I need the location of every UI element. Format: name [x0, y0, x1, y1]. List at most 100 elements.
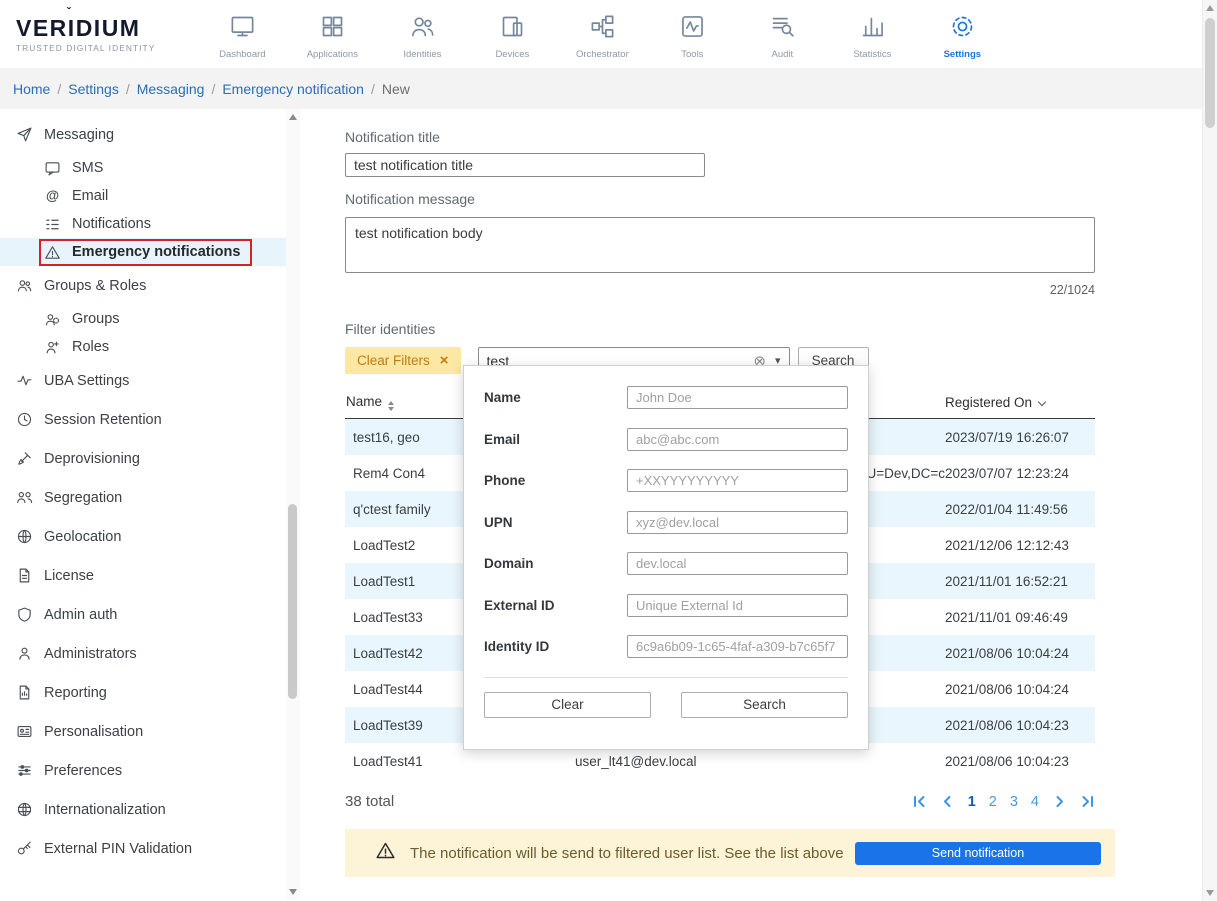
- sidebar-scrollbar-thumb[interactable]: [288, 504, 297, 699]
- document-icon: [16, 567, 33, 584]
- person-icon: [16, 645, 33, 662]
- notification-title-label: Notification title: [345, 129, 440, 145]
- filter-external-id-label: External ID: [484, 597, 555, 613]
- pagination-next-icon[interactable]: [1052, 795, 1067, 808]
- filter-domain-input[interactable]: [627, 552, 848, 575]
- filter-domain-label: Domain: [484, 556, 534, 571]
- nav-item-devices[interactable]: Devices: [467, 9, 557, 60]
- sidebar-scrollbar[interactable]: [286, 109, 300, 900]
- send-notification-button[interactable]: Send notification: [855, 841, 1101, 865]
- breadcrumb-separator: /: [57, 80, 62, 97]
- filter-external-id-input[interactable]: [627, 593, 848, 617]
- sidebar-item-label: Emergency notifications: [72, 244, 241, 260]
- scroll-down-arrow[interactable]: [289, 889, 297, 895]
- pagination-last-icon[interactable]: [1080, 795, 1095, 808]
- identities-icon: [409, 13, 436, 45]
- sidebar-item-label: Internationalization: [44, 801, 166, 818]
- nav-item-dashboard[interactable]: Dashboard: [197, 9, 287, 60]
- nav-label: Orchestrator: [575, 48, 629, 60]
- sidebar-item-license[interactable]: License: [0, 556, 286, 595]
- popup-clear-button[interactable]: Clear: [484, 691, 651, 718]
- logo-text: VERIDIUM: [16, 15, 155, 42]
- statistics-icon: [859, 13, 886, 45]
- filter-upn-label: UPN: [484, 514, 513, 530]
- broom-icon: [16, 450, 33, 467]
- settings-gear-icon: [949, 13, 976, 45]
- notification-message-textarea[interactable]: test notification body: [345, 217, 1095, 273]
- pagination-prev-icon[interactable]: [940, 795, 955, 808]
- clear-filters-chip[interactable]: Clear Filters ×: [345, 347, 461, 374]
- filter-identity-id-input[interactable]: [627, 635, 848, 658]
- dashboard-icon: [229, 13, 256, 45]
- warning-banner-text: The notification will be send to filtere…: [410, 844, 844, 862]
- nav-item-identities[interactable]: Identities: [377, 9, 467, 60]
- pagination: 1 2 3 4: [912, 794, 1095, 810]
- sidebar-item-notifications[interactable]: Notifications: [0, 210, 286, 238]
- breadcrumb-settings[interactable]: Settings: [68, 81, 119, 97]
- sidebar-item-label: Groups: [72, 311, 120, 327]
- sidebar-item-personalisation[interactable]: Personalisation: [0, 712, 286, 751]
- pagination-page-1[interactable]: 1: [968, 794, 976, 810]
- breadcrumb-messaging[interactable]: Messaging: [137, 81, 205, 97]
- top-bar: VERIDIUM TRUSTED DIGITAL IDENTITY Dashbo…: [0, 0, 1217, 68]
- nav-item-orchestrator[interactable]: Orchestrator: [557, 9, 647, 60]
- filter-phone-input[interactable]: [627, 469, 848, 492]
- sidebar-item-messaging[interactable]: Messaging: [0, 115, 286, 154]
- sidebar-item-admin-auth[interactable]: Admin auth: [0, 595, 286, 634]
- nav-item-tools[interactable]: Tools: [647, 9, 737, 60]
- svg-text:@: @: [46, 188, 59, 203]
- sidebar-item-uba-settings[interactable]: UBA Settings: [0, 361, 286, 400]
- scroll-up-arrow[interactable]: [289, 114, 297, 120]
- red-annotation-box: Emergency notifications: [39, 238, 253, 266]
- sidebar-item-preferences[interactable]: Preferences: [0, 751, 286, 790]
- sidebar-item-reporting[interactable]: Reporting: [0, 673, 286, 712]
- sidebar-item-label: External PIN Validation: [44, 840, 193, 857]
- popup-search-button[interactable]: Search: [681, 691, 848, 718]
- nav-label: Dashboard: [219, 48, 266, 60]
- scroll-down-arrow[interactable]: [1206, 890, 1214, 896]
- sidebar-item-groups[interactable]: Groups: [0, 305, 286, 333]
- filter-identities-label: Filter identities: [345, 321, 436, 337]
- page-scrollbar[interactable]: [1202, 0, 1217, 901]
- sidebar-item-deprovisioning[interactable]: Deprovisioning: [0, 439, 286, 478]
- nav-item-audit[interactable]: Audit: [737, 9, 827, 60]
- sidebar-item-geolocation[interactable]: Geolocation: [0, 517, 286, 556]
- breadcrumb-separator: /: [370, 80, 375, 97]
- sidebar-item-label: Groups & Roles: [44, 277, 147, 294]
- nav-item-settings[interactable]: Settings: [917, 9, 1007, 60]
- sidebar-item-emergency-notifications[interactable]: Emergency notifications: [0, 238, 286, 266]
- sidebar-item-segregation[interactable]: Segregation: [0, 478, 286, 517]
- page-scrollbar-thumb[interactable]: [1205, 18, 1215, 128]
- nav-item-statistics[interactable]: Statistics: [827, 9, 917, 60]
- filter-email-input[interactable]: [627, 427, 848, 451]
- sidebar-item-roles[interactable]: Roles: [0, 333, 286, 361]
- sidebar-item-email[interactable]: @ Email: [0, 182, 286, 210]
- pagination-page-2[interactable]: 2: [989, 794, 997, 810]
- sidebar-item-internationalization[interactable]: Internationalization: [0, 790, 286, 829]
- nav-item-applications[interactable]: Applications: [287, 9, 377, 60]
- pagination-page-3[interactable]: 3: [1010, 794, 1018, 810]
- filter-name-input[interactable]: [627, 386, 848, 409]
- scroll-up-arrow[interactable]: [1206, 5, 1214, 11]
- warning-banner: The notification will be send to filtere…: [345, 829, 1115, 877]
- sidebar-item-administrators[interactable]: Administrators: [0, 634, 286, 673]
- sidebar-item-session-retention[interactable]: Session Retention: [0, 400, 286, 439]
- breadcrumb-separator: /: [211, 80, 216, 97]
- breadcrumb-emergency-notification[interactable]: Emergency notification: [222, 81, 364, 97]
- clear-filters-x-icon[interactable]: ×: [440, 352, 449, 369]
- column-header-registered-on[interactable]: Registered On: [945, 395, 1095, 410]
- report-icon: [16, 684, 33, 701]
- sidebar-item-groups-roles[interactable]: Groups & Roles: [0, 266, 286, 305]
- sidebar-item-sms[interactable]: SMS: [0, 154, 286, 182]
- pagination-first-icon[interactable]: [912, 795, 927, 808]
- filter-upn-input[interactable]: [627, 510, 848, 534]
- pagination-page-4[interactable]: 4: [1031, 794, 1039, 810]
- email-at-icon: @: [44, 188, 61, 205]
- sms-icon: [44, 160, 61, 177]
- total-count: 38 total: [345, 793, 395, 810]
- nav-label: Settings: [943, 48, 982, 60]
- breadcrumb-home[interactable]: Home: [13, 81, 50, 97]
- popup-divider: [484, 676, 848, 678]
- notification-title-input[interactable]: [345, 153, 705, 177]
- sidebar-item-external-pin-validation[interactable]: External PIN Validation: [0, 829, 286, 868]
